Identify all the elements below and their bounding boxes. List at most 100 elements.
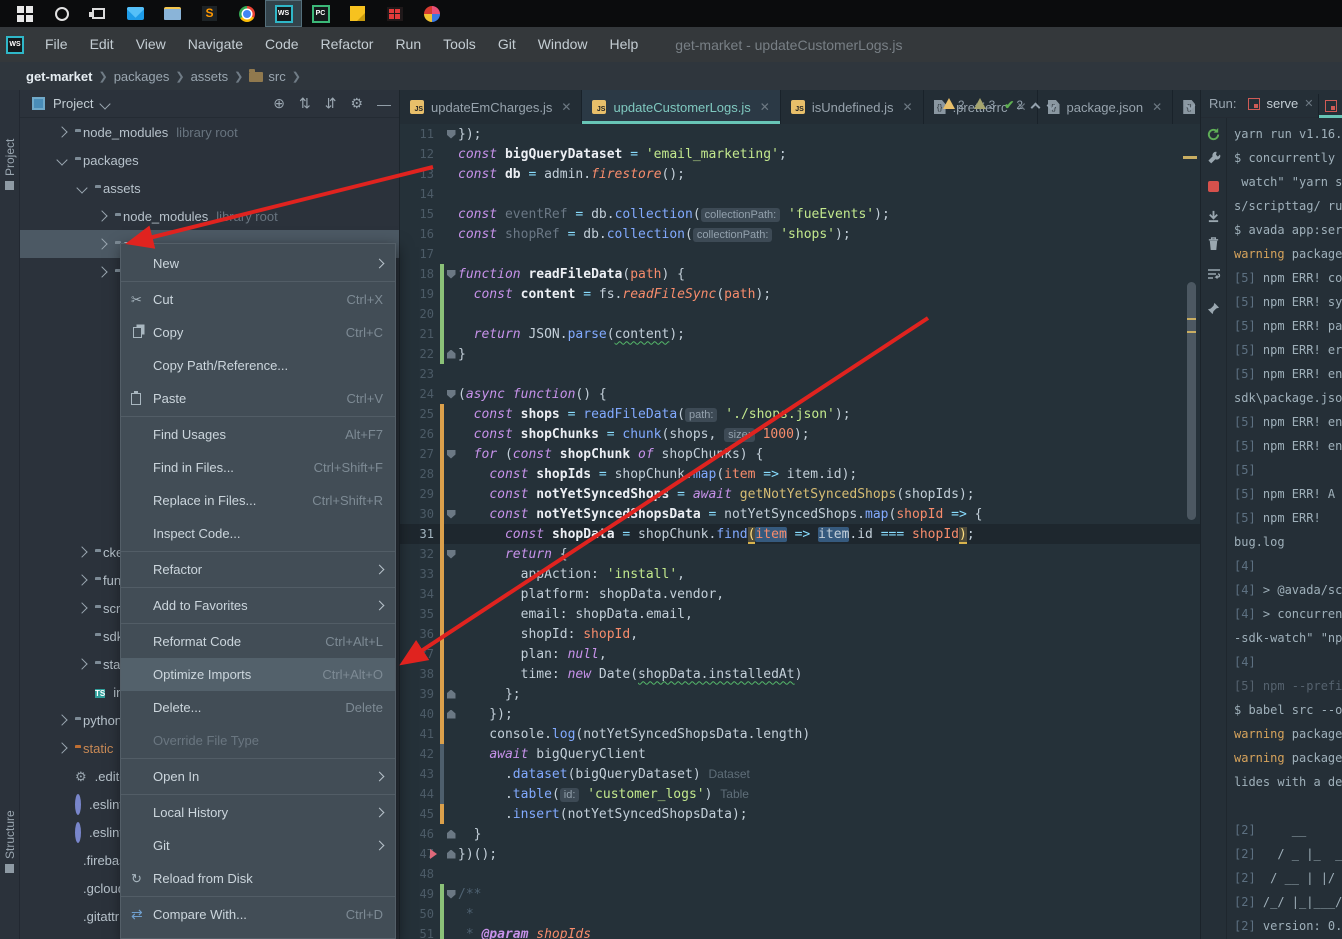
code-line-33[interactable]: 33 appAction: 'install', [400, 564, 1200, 584]
scroll-to-end-icon[interactable] [1206, 208, 1222, 224]
chevron-right-icon[interactable] [56, 714, 67, 725]
code-line-25[interactable]: 25 const shops = readFileData(path: './s… [400, 404, 1200, 424]
pycharm-icon[interactable]: PC [302, 0, 339, 27]
tool-strip-structure[interactable]: Structure [0, 785, 20, 873]
line-number[interactable]: 37 [400, 647, 440, 661]
code-line-45[interactable]: 45 .insert(notYetSyncedShopsData); [400, 804, 1200, 824]
code-line-19[interactable]: 19 const content = fs.readFileSync(path)… [400, 284, 1200, 304]
menu-item-copy[interactable]: CopyCtrl+C [121, 316, 395, 349]
chrome-icon[interactable] [228, 0, 265, 27]
breadcrumb-item[interactable]: src [249, 69, 285, 84]
fold-marker-icon[interactable] [447, 690, 456, 699]
tab-updateCustomerLogsjs[interactable]: JSupdateCustomerLogs.js✕ [582, 90, 780, 124]
line-number[interactable]: 49 [400, 887, 440, 901]
fold-marker-icon[interactable] [447, 550, 456, 559]
line-number[interactable]: 20 [400, 307, 440, 321]
chevron-right-icon[interactable] [96, 266, 107, 277]
code-line-32[interactable]: 32 return { [400, 544, 1200, 564]
tree-item-assets[interactable]: assets [20, 174, 399, 202]
menu-help[interactable]: Help [599, 27, 650, 62]
sticky-notes-icon[interactable] [339, 0, 376, 27]
chevron-down-icon[interactable] [100, 98, 111, 109]
menu-run[interactable]: Run [384, 27, 432, 62]
next-issue-icon[interactable] [1047, 100, 1057, 110]
line-number[interactable]: 30 [400, 507, 440, 521]
code-line-50[interactable]: 50 * [400, 904, 1200, 924]
code-line-27[interactable]: 27 for (const shopChunk of shopChunks) { [400, 444, 1200, 464]
pin-icon[interactable] [1206, 300, 1222, 316]
line-number[interactable]: 19 [400, 287, 440, 301]
code-line-11[interactable]: 11}); [400, 124, 1200, 144]
line-number[interactable]: 29 [400, 487, 440, 501]
close-icon[interactable]: ✕ [561, 100, 571, 114]
code-line-18[interactable]: 18function readFileData(path) { [400, 264, 1200, 284]
tree-item-nodemodules[interactable]: node_moduleslibrary root [20, 118, 399, 146]
chevron-right-icon[interactable] [76, 546, 87, 557]
menu-item-local-history[interactable]: Local History [121, 796, 395, 829]
clear-icon[interactable] [1206, 236, 1222, 252]
line-number[interactable]: 48 [400, 867, 440, 881]
line-number[interactable]: 36 [400, 627, 440, 641]
file-explorer-icon[interactable] [154, 0, 191, 27]
expand-all-icon[interactable]: ⇅ [299, 95, 311, 112]
line-number[interactable]: 32 [400, 547, 440, 561]
error-stripe-mark[interactable] [1183, 156, 1197, 159]
tab-updateEmChargesjs[interactable]: JSupdateEmCharges.js✕ [400, 90, 582, 124]
hide-icon[interactable]: — [377, 96, 391, 112]
line-number[interactable]: 16 [400, 227, 440, 241]
menu-code[interactable]: Code [254, 27, 309, 62]
line-number[interactable]: 12 [400, 147, 440, 161]
error-stripe-mark[interactable] [1187, 318, 1196, 320]
locate-icon[interactable]: ⊕ [273, 95, 285, 112]
code-line-42[interactable]: 42 await bigQueryClient [400, 744, 1200, 764]
line-number[interactable]: 33 [400, 567, 440, 581]
menu-item-git[interactable]: Git [121, 829, 395, 862]
code-line-39[interactable]: 39 }; [400, 684, 1200, 704]
weak-warning-count[interactable]: 3 [974, 98, 996, 112]
close-icon[interactable]: ✕ [1152, 100, 1162, 114]
code-line-44[interactable]: 44 .table(id: 'customer_logs') Table [400, 784, 1200, 804]
code-line-12[interactable]: 12const bigQueryDataset = 'email_marketi… [400, 144, 1200, 164]
menu-window[interactable]: Window [527, 27, 599, 62]
line-number[interactable]: 27 [400, 447, 440, 461]
code-line-37[interactable]: 37 plan: null, [400, 644, 1200, 664]
chevron-right-icon[interactable] [96, 210, 107, 221]
tree-item-packages[interactable]: packages [20, 146, 399, 174]
code-line-29[interactable]: 29 const notYetSyncedShops = await getNo… [400, 484, 1200, 504]
breadcrumb-item[interactable]: get-market [26, 69, 92, 84]
settings-icon[interactable]: ⚙ [350, 95, 363, 112]
chevron-down-icon[interactable] [56, 154, 67, 165]
code-line-20[interactable]: 20 [400, 304, 1200, 324]
line-number[interactable]: 42 [400, 747, 440, 761]
line-number[interactable]: 17 [400, 247, 440, 261]
run-tab-partial[interactable] [1318, 94, 1342, 118]
ok-count[interactable]: ✔2 [1004, 98, 1023, 112]
code-line-31[interactable]: 31 const shopData = shopChunk.find(item … [400, 524, 1200, 544]
menu-file[interactable]: File [34, 27, 79, 62]
close-icon[interactable]: ✕ [903, 100, 913, 114]
menu-item-replace-in-files[interactable]: Replace in Files...Ctrl+Shift+R [121, 484, 395, 517]
code-line-16[interactable]: 16const shopRef = db.collection(collecti… [400, 224, 1200, 244]
fold-marker-icon[interactable] [447, 710, 456, 719]
breadcrumb-item[interactable]: assets [191, 69, 229, 84]
code-line-51[interactable]: 51 * @param shopIds [400, 924, 1200, 939]
menu-item-copy-path-reference[interactable]: Copy Path/Reference... [121, 349, 395, 382]
code-line-15[interactable]: 15const eventRef = db.collection(collect… [400, 204, 1200, 224]
fold-marker-icon[interactable] [447, 830, 456, 839]
menu-item-find-in-files[interactable]: Find in Files...Ctrl+Shift+F [121, 451, 395, 484]
line-number[interactable]: 26 [400, 427, 440, 441]
stop-icon[interactable] [1206, 178, 1222, 194]
line-number[interactable]: 41 [400, 727, 440, 741]
menu-refactor[interactable]: Refactor [310, 27, 385, 62]
line-number[interactable]: 45 [400, 807, 440, 821]
line-number[interactable]: 21 [400, 327, 440, 341]
line-number[interactable]: 28 [400, 467, 440, 481]
chevron-right-icon[interactable] [76, 658, 87, 669]
code-line-34[interactable]: 34 platform: shopData.vendor, [400, 584, 1200, 604]
error-stripe-mark[interactable] [1187, 331, 1196, 333]
code-line-43[interactable]: 43 .dataset(bigQueryDataset) Dataset [400, 764, 1200, 784]
menu-item-reload-from-disk[interactable]: ↻Reload from Disk [121, 862, 395, 895]
mail-icon[interactable] [117, 0, 154, 27]
close-icon[interactable]: ✕ [760, 100, 770, 114]
code-line-41[interactable]: 41 console.log(notYetSyncedShopsData.len… [400, 724, 1200, 744]
